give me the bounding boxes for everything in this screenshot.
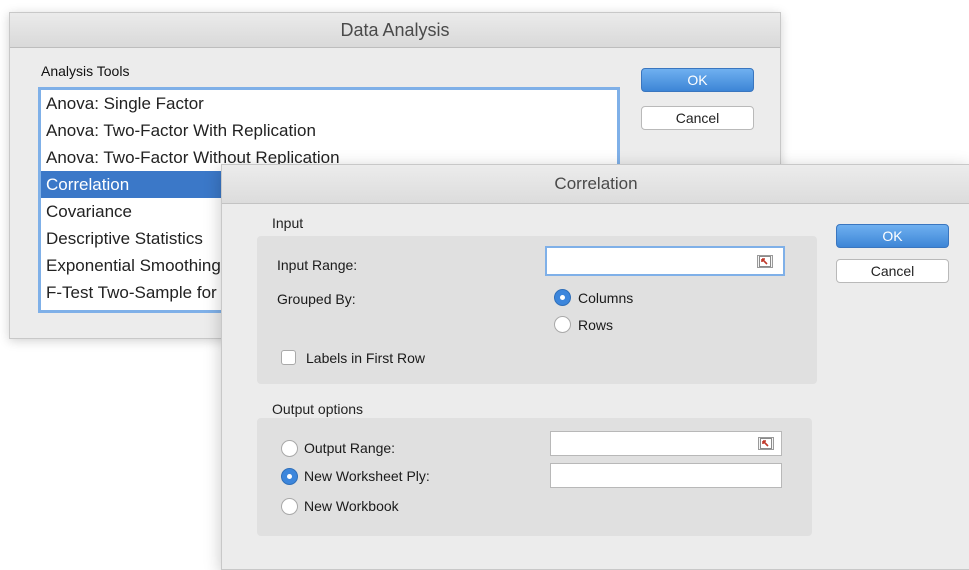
correlation-ok-button[interactable]: OK: [836, 224, 949, 248]
labels-first-row-label[interactable]: Labels in First Row: [306, 350, 425, 366]
new-worksheet-label[interactable]: New Worksheet Ply:: [304, 468, 430, 484]
correlation-cancel-button[interactable]: Cancel: [836, 259, 949, 283]
columns-radio[interactable]: [554, 289, 571, 306]
data-analysis-cancel-button[interactable]: Cancel: [641, 106, 754, 130]
output-range-collapse-button[interactable]: [758, 437, 774, 450]
output-section-label: Output options: [272, 401, 364, 417]
output-range-label[interactable]: Output Range:: [304, 440, 395, 456]
labels-first-row-checkbox[interactable]: [281, 350, 296, 365]
data-analysis-ok-button[interactable]: OK: [641, 68, 754, 92]
new-workbook-label[interactable]: New Workbook: [304, 498, 399, 514]
columns-radio-label[interactable]: Columns: [578, 290, 633, 306]
input-range-label: Input Range:: [277, 257, 358, 273]
input-range-collapse-button[interactable]: [757, 255, 773, 268]
new-workbook-radio[interactable]: [281, 498, 298, 515]
input-range-field[interactable]: [545, 246, 785, 276]
new-worksheet-field[interactable]: [550, 463, 782, 488]
output-group-box: Output Range: New Worksheet Ply: New Wor…: [257, 418, 812, 536]
input-section-label: Input: [272, 215, 304, 231]
correlation-dialog: Correlation Input Input Range: Grouped B…: [221, 164, 969, 570]
collapse-dialog-icon: [760, 438, 772, 449]
list-item[interactable]: Anova: Single Factor: [41, 90, 617, 117]
output-range-field[interactable]: [550, 431, 782, 456]
correlation-title: Correlation: [222, 165, 969, 204]
collapse-dialog-icon: [759, 256, 771, 267]
grouped-by-label: Grouped By:: [277, 291, 356, 307]
list-item[interactable]: Anova: Two-Factor With Replication: [41, 117, 617, 144]
rows-radio-label[interactable]: Rows: [578, 317, 613, 333]
rows-radio[interactable]: [554, 316, 571, 333]
data-analysis-title: Data Analysis: [10, 13, 780, 48]
input-group-box: Input Range: Grouped By: Columns Rows La…: [257, 236, 817, 384]
analysis-tools-label: Analysis Tools: [41, 63, 130, 79]
new-worksheet-radio[interactable]: [281, 468, 298, 485]
output-range-radio[interactable]: [281, 440, 298, 457]
